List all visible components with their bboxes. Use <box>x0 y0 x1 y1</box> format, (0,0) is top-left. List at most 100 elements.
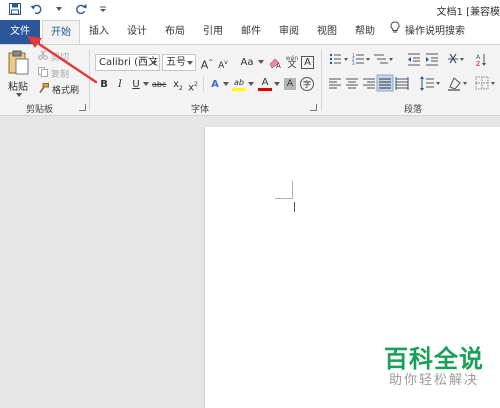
format-painter-button[interactable]: 格式刷 <box>38 82 79 96</box>
font-launcher-icon[interactable] <box>310 104 317 111</box>
justify-icon[interactable] <box>376 74 394 92</box>
character-shading-label: A <box>286 79 294 89</box>
margin-guide <box>292 181 293 199</box>
tab-home[interactable]: 开始 <box>42 20 80 44</box>
tab-insert[interactable]: 插入 <box>86 20 112 44</box>
chinese-layout-icon[interactable] <box>448 53 464 64</box>
bold-label: B <box>100 79 108 90</box>
font-size-combo[interactable]: 五号 <box>162 54 196 71</box>
enclose-characters-button[interactable]: 字 <box>300 77 314 91</box>
strikethrough-label: abc <box>152 80 167 89</box>
underline-label: U <box>132 79 140 90</box>
scissors-icon <box>38 49 48 63</box>
document-title: 文档1 [兼容模 <box>436 7 500 18</box>
divider <box>203 77 204 91</box>
tab-view[interactable]: 视图 <box>314 20 340 44</box>
watermark-logo: 百科全说 <box>384 345 484 373</box>
enclose-characters-label: 字 <box>303 79 311 89</box>
margin-guide <box>275 198 292 199</box>
svg-text:A: A <box>476 54 481 61</box>
shrink-font-button[interactable]: Av <box>216 54 230 71</box>
tab-design[interactable]: 设计 <box>124 20 150 44</box>
undo-dropdown-icon[interactable] <box>52 2 66 16</box>
customize-qat-icon[interactable] <box>96 2 110 16</box>
svg-text:A: A <box>276 62 281 69</box>
format-painter-label: 格式刷 <box>52 85 80 96</box>
tell-me-search[interactable]: 操作说明搜索 <box>390 20 500 44</box>
chevron-down-icon[interactable] <box>222 76 230 93</box>
superscript-button[interactable]: x2 <box>186 76 200 93</box>
tab-help[interactable]: 帮助 <box>352 20 378 44</box>
numbering-icon[interactable]: 123 <box>352 53 370 66</box>
tell-me-label: 操作说明搜索 <box>405 26 465 37</box>
align-center-icon[interactable] <box>346 78 358 89</box>
change-case-button[interactable]: Aa <box>236 54 258 71</box>
underline-button[interactable]: U <box>129 76 143 93</box>
font-name-combo[interactable]: Calibri (西文) <box>95 54 160 71</box>
chevron-down-icon[interactable] <box>142 76 150 93</box>
tab-references[interactable]: 引用 <box>200 20 226 44</box>
tab-review[interactable]: 审阅 <box>276 20 302 44</box>
phonetic-guide-button[interactable]: wén 文 <box>284 53 300 70</box>
group-divider <box>321 49 322 111</box>
svg-text:Z: Z <box>476 61 480 68</box>
distributed-icon[interactable] <box>395 77 409 90</box>
phonetic-bottom-label: 文 <box>287 59 297 70</box>
save-icon[interactable] <box>8 2 22 16</box>
font-color-bar <box>258 88 272 91</box>
align-right-icon[interactable] <box>363 78 375 89</box>
watermark: 百科全说 助你轻松解决 <box>384 345 484 389</box>
change-case-label: Aa <box>240 57 254 68</box>
clipboard-launcher-icon[interactable] <box>79 104 86 111</box>
format-painter-icon <box>38 82 49 96</box>
strikethrough-button[interactable]: abc <box>152 76 166 93</box>
tab-layout[interactable]: 布局 <box>162 20 188 44</box>
clipboard-group-label: 剪贴板 <box>26 105 54 115</box>
superscript-mark: 2 <box>194 81 198 88</box>
highlight-color-bar <box>232 88 246 91</box>
chevron-down-icon[interactable] <box>273 76 281 93</box>
shading-icon[interactable] <box>448 77 467 91</box>
cut-button[interactable]: 剪切 <box>38 49 69 63</box>
bullets-icon[interactable] <box>329 53 348 65</box>
font-color-button[interactable]: A <box>258 74 272 91</box>
copy-button[interactable]: 复制 <box>38 66 69 80</box>
highlight-button[interactable]: ab <box>232 74 246 91</box>
text-effects-label: A <box>211 79 219 90</box>
text-effects-button[interactable]: A <box>208 76 222 93</box>
italic-button[interactable]: I <box>113 76 127 93</box>
paste-button[interactable]: 粘贴 <box>4 49 36 99</box>
paste-dropdown-icon <box>16 93 22 97</box>
up-caret-icon: ^ <box>208 59 214 66</box>
tab-file[interactable]: 文件 <box>0 20 40 44</box>
character-border-label: A <box>304 57 311 68</box>
lightbulb-icon <box>390 20 400 44</box>
align-left-icon[interactable] <box>329 78 341 89</box>
ribbon: 粘贴 剪切 复制 格式刷 剪贴板 Calibri (西文) 五号 A^ Av A… <box>0 44 500 116</box>
subscript-button[interactable]: x2 <box>171 76 185 93</box>
chevron-down-icon <box>187 61 193 65</box>
decrease-indent-icon[interactable] <box>408 53 420 66</box>
copy-icon <box>38 66 48 80</box>
redo-icon[interactable] <box>74 2 88 16</box>
character-border-button[interactable]: A <box>301 56 314 69</box>
ribbon-tabs: 文件 开始 插入 设计 布局 引用 邮件 审阅 视图 帮助 操作说明搜索 <box>0 20 500 44</box>
chevron-down-icon[interactable] <box>257 54 265 71</box>
undo-icon[interactable] <box>30 2 44 16</box>
increase-indent-icon[interactable] <box>426 53 438 66</box>
font-group-label: 字体 <box>191 105 210 115</box>
sort-icon[interactable]: AZ <box>476 54 486 68</box>
tab-mailings[interactable]: 邮件 <box>238 20 264 44</box>
chevron-down-icon[interactable] <box>247 76 255 93</box>
paste-label: 粘贴 <box>8 82 28 93</box>
group-divider <box>89 49 90 111</box>
line-spacing-icon[interactable] <box>420 76 440 91</box>
bold-button[interactable]: B <box>97 76 111 93</box>
clear-formatting-icon[interactable]: A <box>268 54 284 71</box>
grow-font-button[interactable]: A^ <box>200 54 214 72</box>
multilevel-list-icon[interactable] <box>374 54 393 64</box>
borders-icon[interactable] <box>475 76 495 90</box>
svg-text:3: 3 <box>352 61 355 66</box>
watermark-tagline: 助你轻松解决 <box>388 373 479 388</box>
character-shading-button[interactable]: A <box>284 78 296 90</box>
